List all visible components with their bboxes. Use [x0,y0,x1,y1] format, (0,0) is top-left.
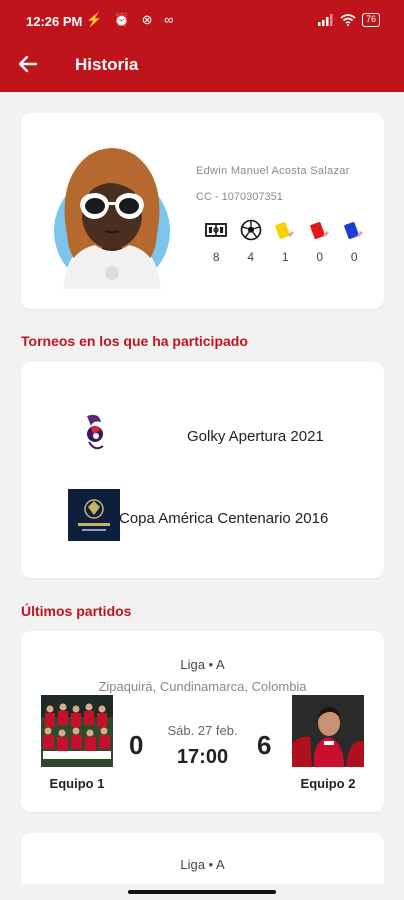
system-icons: 76 [317,13,380,27]
stat-value: 1 [281,250,289,264]
match-card[interactable]: Liga • A Zipaquirá, Cundinamarca, Colomb… [21,631,384,812]
matches-played-icon [205,223,228,237]
home-indicator[interactable] [128,890,276,894]
stat-value: 8 [212,250,220,264]
soccer-ball-icon [240,219,262,241]
match-location: Zipaquirá, Cundinamarca, Colombia [98,679,307,694]
home-team-name: Equipo 1 [49,776,105,791]
tournament-logo-icon [87,414,104,450]
player-profile-card: Edwin Manuel Acosta Salazar CC - 1070307… [21,113,384,309]
tournament-name: Golky Apertura 2021 [187,428,324,445]
stat-value: 4 [247,250,255,264]
yellow-card-icon [275,221,295,240]
match-league: Liga • A [180,857,225,872]
status-bar: 12:26 PM ⚡ ⏰ ⊗ ∞ 76 [0,0,404,40]
match-league: Liga • A [180,657,225,672]
tournament-logo-icon [68,489,120,541]
matches-section-title: Últimos partidos [21,603,132,619]
toolbar: Historia [0,40,404,92]
away-team-name: Equipo 2 [300,776,356,791]
tournament-name: Copa América Centenario 2016 [119,510,329,527]
notification-icons: ⚡ ⏰ ⊗ ∞ [86,12,178,27]
red-card-icon [309,221,329,240]
tournament-item[interactable]: Golky Apertura 2021 [21,408,384,464]
tournament-item[interactable]: Copa América Centenario 2016 [21,489,384,545]
stat-goals: 4 [234,219,269,264]
stat-matches-played: 8 [199,219,234,264]
status-time: 12:26 PM [26,14,83,29]
signal-icon [317,14,333,26]
stat-value: 0 [350,250,358,264]
away-score: 6 [257,730,272,760]
stat-yellow-cards: 1 [268,219,303,264]
player-stats: 8 4 1 0 0 [199,219,372,264]
blue-card-icon [344,221,364,240]
app-bar: 12:26 PM ⚡ ⏰ ⊗ ∞ 76 Historia [0,0,404,92]
player-document: CC - 1070307351 [196,191,283,203]
battery-icon: 76 [361,13,380,27]
arrow-left-icon[interactable] [14,50,42,78]
tournaments-card: Golky Apertura 2021 Copa América Centena… [21,362,384,578]
page-title: Historia [75,55,139,74]
stat-value: 0 [316,250,324,264]
tournaments-section-title: Torneos en los que ha participado [21,333,248,349]
stat-blue-cards: 0 [337,219,372,264]
player-name: Edwin Manuel Acosta Salazar [196,165,350,177]
away-team-photo [292,695,364,767]
avatar [54,148,170,289]
stat-red-cards: 0 [303,219,338,264]
wifi-icon [340,14,356,26]
